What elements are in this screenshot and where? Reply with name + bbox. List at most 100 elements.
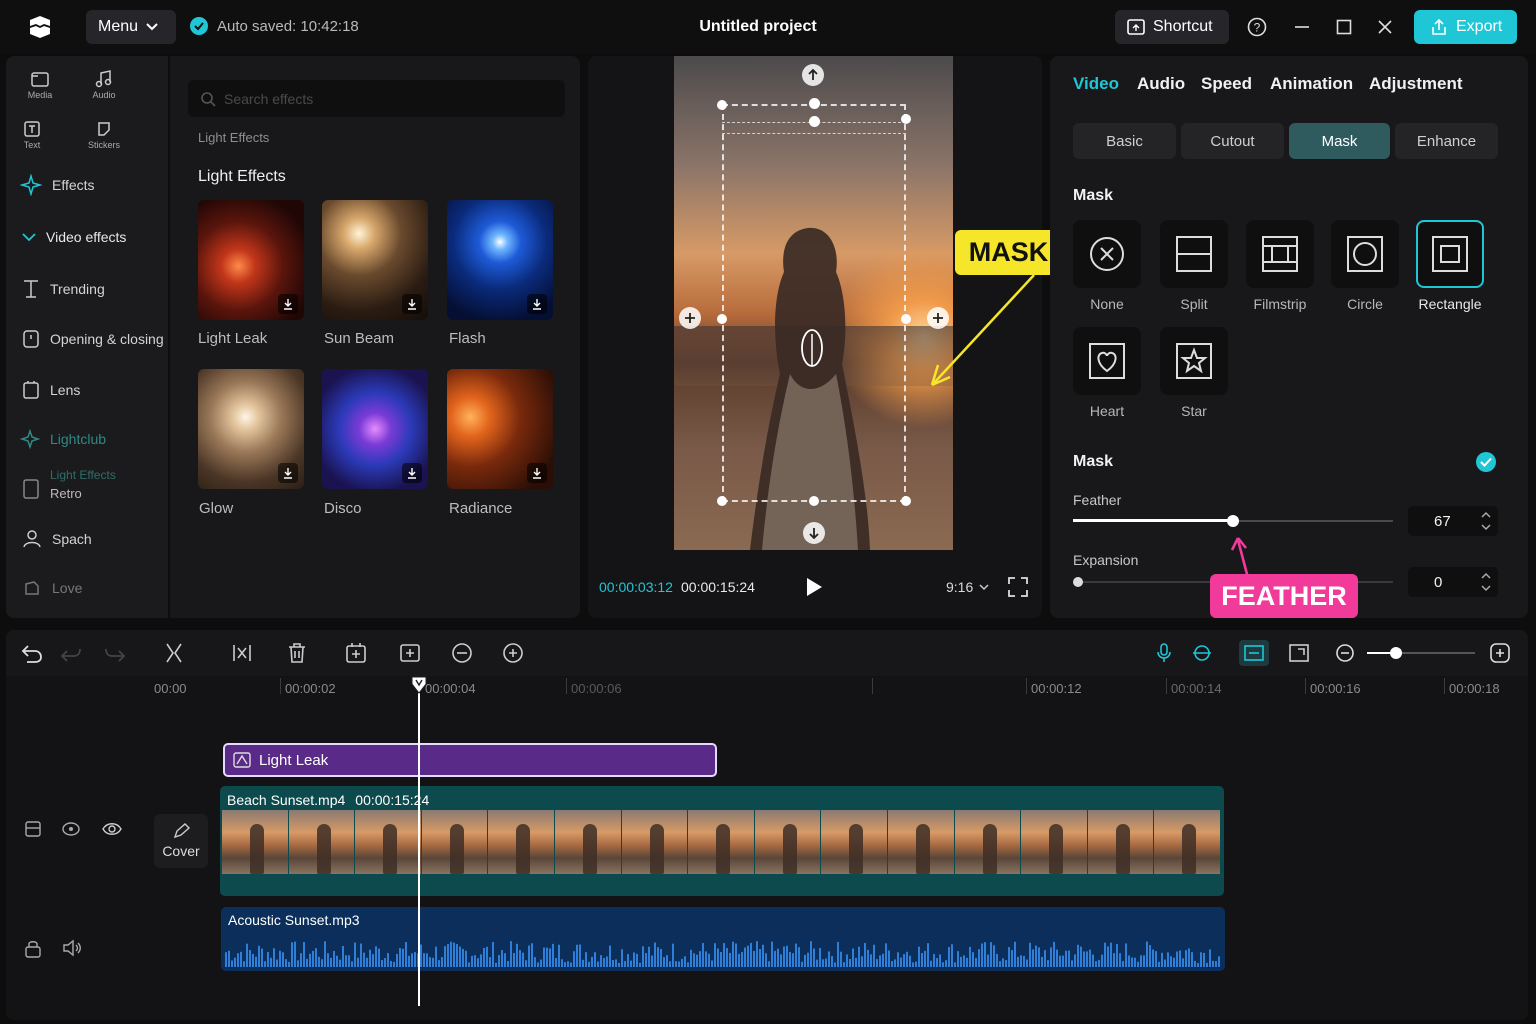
sidebar-item-video-effects[interactable]: Video effects — [6, 229, 166, 245]
download-icon[interactable] — [402, 463, 422, 483]
effect-thumb-sun-beam[interactable] — [322, 200, 428, 320]
mask-shape-none[interactable] — [1073, 220, 1141, 288]
breadcrumb[interactable]: Light Effects — [198, 130, 269, 145]
maximize-icon[interactable] — [1328, 11, 1360, 43]
rotate-handle-icon[interactable] — [802, 64, 824, 86]
mask-handle[interactable] — [717, 314, 727, 324]
sidebar-item-retro-label[interactable]: Retro — [50, 486, 116, 501]
feather-stepper[interactable] — [1480, 510, 1492, 532]
mask-shape-circle[interactable] — [1331, 220, 1399, 288]
sidebar-item-spach[interactable]: Spach — [6, 529, 166, 549]
close-icon[interactable] — [1369, 11, 1401, 43]
sidebar-item-lightclub[interactable]: Lightclub — [6, 429, 166, 449]
microphone-icon[interactable] — [1151, 640, 1177, 666]
mask-handle[interactable] — [717, 100, 727, 110]
video-clip[interactable]: Beach Sunset.mp4 00:00:15:24 — [220, 786, 1224, 896]
mask-handle[interactable] — [901, 496, 911, 506]
play-button[interactable] — [804, 576, 826, 598]
effect-thumb-glow[interactable] — [198, 369, 304, 489]
crop-icon[interactable] — [449, 640, 475, 666]
sidebar-item-opening-closing[interactable]: Opening & closing — [6, 329, 166, 349]
download-icon[interactable] — [402, 294, 422, 314]
subtab-enhance[interactable]: Enhance — [1395, 123, 1498, 159]
reverse-icon[interactable] — [397, 640, 423, 666]
audio-tab[interactable]: Audio — [84, 70, 124, 100]
subtab-mask[interactable]: Mask — [1289, 123, 1390, 159]
move-down-handle-icon[interactable] — [803, 522, 825, 544]
text-tab[interactable]: Text — [12, 120, 52, 150]
mask-handle[interactable] — [809, 98, 820, 109]
mask-handle[interactable] — [809, 116, 820, 127]
sidebar-item-effects[interactable]: Effects — [6, 174, 166, 196]
tab-speed[interactable]: Speed — [1201, 74, 1252, 94]
download-icon[interactable] — [278, 463, 298, 483]
effect-thumb-flash[interactable] — [447, 200, 553, 320]
expansion-stepper[interactable] — [1480, 571, 1492, 593]
zoom-clip-icon[interactable] — [500, 640, 526, 666]
zoom-slider[interactable] — [1367, 646, 1475, 660]
download-icon[interactable] — [278, 294, 298, 314]
menu-button[interactable]: Menu — [86, 10, 176, 44]
split-clip-icon[interactable] — [229, 640, 255, 666]
tab-audio[interactable]: Audio — [1137, 74, 1185, 94]
sidebar-item-love[interactable]: Love — [6, 578, 166, 598]
download-icon[interactable] — [527, 294, 547, 314]
delete-icon[interactable] — [284, 640, 310, 666]
shortcut-button[interactable]: Shortcut — [1115, 10, 1229, 44]
audio-volume-icon[interactable] — [61, 938, 83, 958]
search-input[interactable]: Search effects — [188, 80, 565, 117]
effect-thumb-light-leak[interactable] — [198, 200, 304, 320]
redo-icon[interactable] — [102, 640, 128, 666]
freeze-frame-icon[interactable] — [343, 640, 369, 666]
mask-handle[interactable] — [901, 114, 911, 124]
download-icon[interactable] — [527, 463, 547, 483]
feather-slider-thumb[interactable] — [1227, 515, 1239, 527]
aspect-ratio-select[interactable]: 9:16 — [946, 579, 989, 595]
track-mute-icon[interactable] — [61, 820, 81, 838]
zoom-in-icon[interactable] — [1487, 640, 1513, 666]
mask-rectangle[interactable] — [722, 104, 906, 502]
cover-button[interactable]: Cover — [154, 814, 208, 868]
track-visibility-icon[interactable] — [101, 820, 123, 838]
tab-video[interactable]: Video — [1073, 74, 1119, 94]
mask-shape-heart[interactable] — [1073, 327, 1141, 395]
sidebar-item-light-effects[interactable]: Light Effects Retro — [6, 468, 166, 502]
undo-icon[interactable] — [19, 640, 45, 666]
audio-clip[interactable]: Acoustic Sunset.mp3 — [221, 907, 1225, 971]
tab-animation[interactable]: Animation — [1270, 74, 1353, 94]
mask-handle[interactable] — [717, 496, 727, 506]
effect-thumb-radiance[interactable] — [447, 369, 553, 489]
feather-handle-icon[interactable] — [798, 326, 826, 376]
zoom-out-icon[interactable] — [1332, 640, 1358, 666]
feather-slider[interactable] — [1073, 514, 1393, 528]
export-button[interactable]: Export — [1414, 10, 1517, 44]
main-track-icon[interactable] — [1239, 640, 1269, 666]
fullscreen-icon[interactable] — [1008, 577, 1028, 597]
preview-video[interactable] — [674, 56, 953, 550]
mask-shape-rectangle[interactable] — [1416, 220, 1484, 288]
mask-shape-split[interactable] — [1160, 220, 1228, 288]
stickers-tab[interactable]: Stickers — [84, 120, 124, 150]
split-cursor-icon[interactable] — [161, 640, 187, 666]
playhead-handle[interactable] — [411, 676, 427, 694]
mask-enabled-checkbox[interactable] — [1476, 452, 1496, 472]
track-lock-icon[interactable] — [23, 820, 43, 838]
tab-adjustment[interactable]: Adjustment — [1369, 74, 1463, 94]
effect-thumb-disco[interactable] — [322, 369, 428, 489]
mask-shape-filmstrip[interactable] — [1246, 220, 1314, 288]
sidebar-item-trending[interactable]: Trending — [6, 279, 166, 299]
subtab-basic[interactable]: Basic — [1073, 123, 1176, 159]
mask-handle[interactable] — [901, 314, 911, 324]
audio-lock-icon[interactable] — [23, 938, 43, 958]
expand-left-handle-icon[interactable] — [679, 307, 701, 329]
app-logo[interactable] — [26, 14, 54, 40]
sidebar-item-lens[interactable]: Lens — [6, 380, 166, 400]
minimize-icon[interactable] — [1286, 11, 1318, 43]
mask-handle[interactable] — [809, 496, 819, 506]
subtab-cutout[interactable]: Cutout — [1181, 123, 1284, 159]
redo-disabled-icon[interactable] — [58, 640, 84, 666]
effect-clip-light-leak[interactable]: Light Leak — [223, 743, 717, 777]
zoom-slider-thumb[interactable] — [1390, 647, 1402, 659]
media-tab[interactable]: Media — [20, 70, 60, 100]
mask-shape-star[interactable] — [1160, 327, 1228, 395]
